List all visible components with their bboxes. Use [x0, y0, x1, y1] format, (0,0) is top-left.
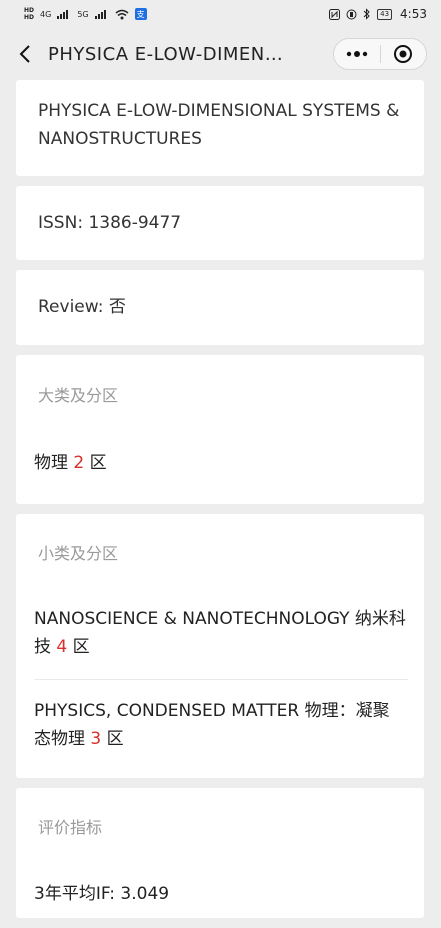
major-category-entry: 物理 2 区	[16, 449, 424, 477]
major-category-zone: 2	[73, 453, 85, 473]
minor-category-subject: NANOSCIENCE & NANOTECHNOLOGY 纳米科技	[34, 609, 406, 657]
wifi-icon	[115, 9, 129, 19]
page-title: PHYSICA E-LOW-DIMEN…	[48, 43, 284, 65]
major-category-subject: 物理	[34, 453, 68, 473]
minor-category-suffix: 区	[72, 637, 90, 657]
signal-icon	[57, 10, 69, 19]
minor-category-zone: 4	[56, 637, 68, 657]
minor-category-item: PHYSICS, CONDENSED MATTER 物理：凝聚态物理 3 区	[16, 697, 424, 753]
status-bar: HD HD 4G 5G 支 43 4:53	[0, 0, 441, 28]
battery-icon: 43	[377, 8, 393, 20]
minor-category-item: NANOSCIENCE & NANOTECHNOLOGY 纳米科技 4 区	[16, 605, 424, 661]
minor-category-subject: PHYSICS, CONDENSED MATTER 物理：凝聚态物理	[34, 701, 390, 749]
nfc-icon	[329, 8, 341, 20]
metrics-label: 评价指标	[38, 818, 103, 837]
review-card: Review: 否	[16, 270, 424, 345]
status-bar-left: HD HD 4G 5G 支	[24, 7, 147, 21]
network-indicator-1: 4G	[40, 9, 52, 19]
bluetooth-icon	[363, 8, 370, 20]
metrics-card: 评价指标 3年平均IF: 3.049	[16, 788, 424, 918]
major-category-card: 大类及分区 物理 2 区	[16, 355, 424, 504]
minor-category-zone: 3	[90, 729, 102, 749]
clock: 4:53	[400, 7, 427, 21]
back-arrow-icon[interactable]	[14, 43, 36, 65]
more-options-button[interactable]	[334, 39, 380, 69]
issn-card: ISSN: 1386-9477	[16, 186, 424, 260]
issn-value: ISSN: 1386-9477	[38, 213, 182, 233]
close-mini-program-button[interactable]	[381, 39, 427, 69]
mini-program-capsule	[333, 38, 427, 70]
journal-full-name: PHYSICA E-LOW-DIMENSIONAL SYSTEMS & NANO…	[38, 101, 400, 149]
metrics-avg-if: 3年平均IF: 3.049	[34, 884, 170, 904]
journal-name-card: PHYSICA E-LOW-DIMENSIONAL SYSTEMS & NANO…	[16, 80, 424, 176]
major-category-suffix: 区	[89, 453, 107, 473]
status-bar-right: 43 4:53	[329, 7, 427, 21]
signal-icon-2	[94, 10, 106, 19]
target-icon	[394, 45, 413, 63]
list-divider	[34, 679, 408, 680]
minor-category-card: 小类及分区 NANOSCIENCE & NANOTECHNOLOGY 纳米科技 …	[16, 514, 424, 778]
minor-category-suffix: 区	[106, 729, 124, 749]
navigation-bar: PHYSICA E-LOW-DIMEN…	[0, 28, 441, 80]
hd-icon: HD HD	[24, 7, 35, 21]
minor-category-label: 小类及分区	[38, 544, 119, 563]
review-value: Review: 否	[38, 297, 126, 317]
vibrate-icon	[346, 9, 357, 19]
network-indicator-2: 5G	[77, 9, 89, 19]
major-category-label: 大类及分区	[38, 386, 119, 405]
journal-detail-content: PHYSICA E-LOW-DIMENSIONAL SYSTEMS & NANO…	[16, 80, 424, 928]
app-notification-icon: 支	[134, 8, 147, 20]
more-dots-icon	[346, 51, 367, 57]
